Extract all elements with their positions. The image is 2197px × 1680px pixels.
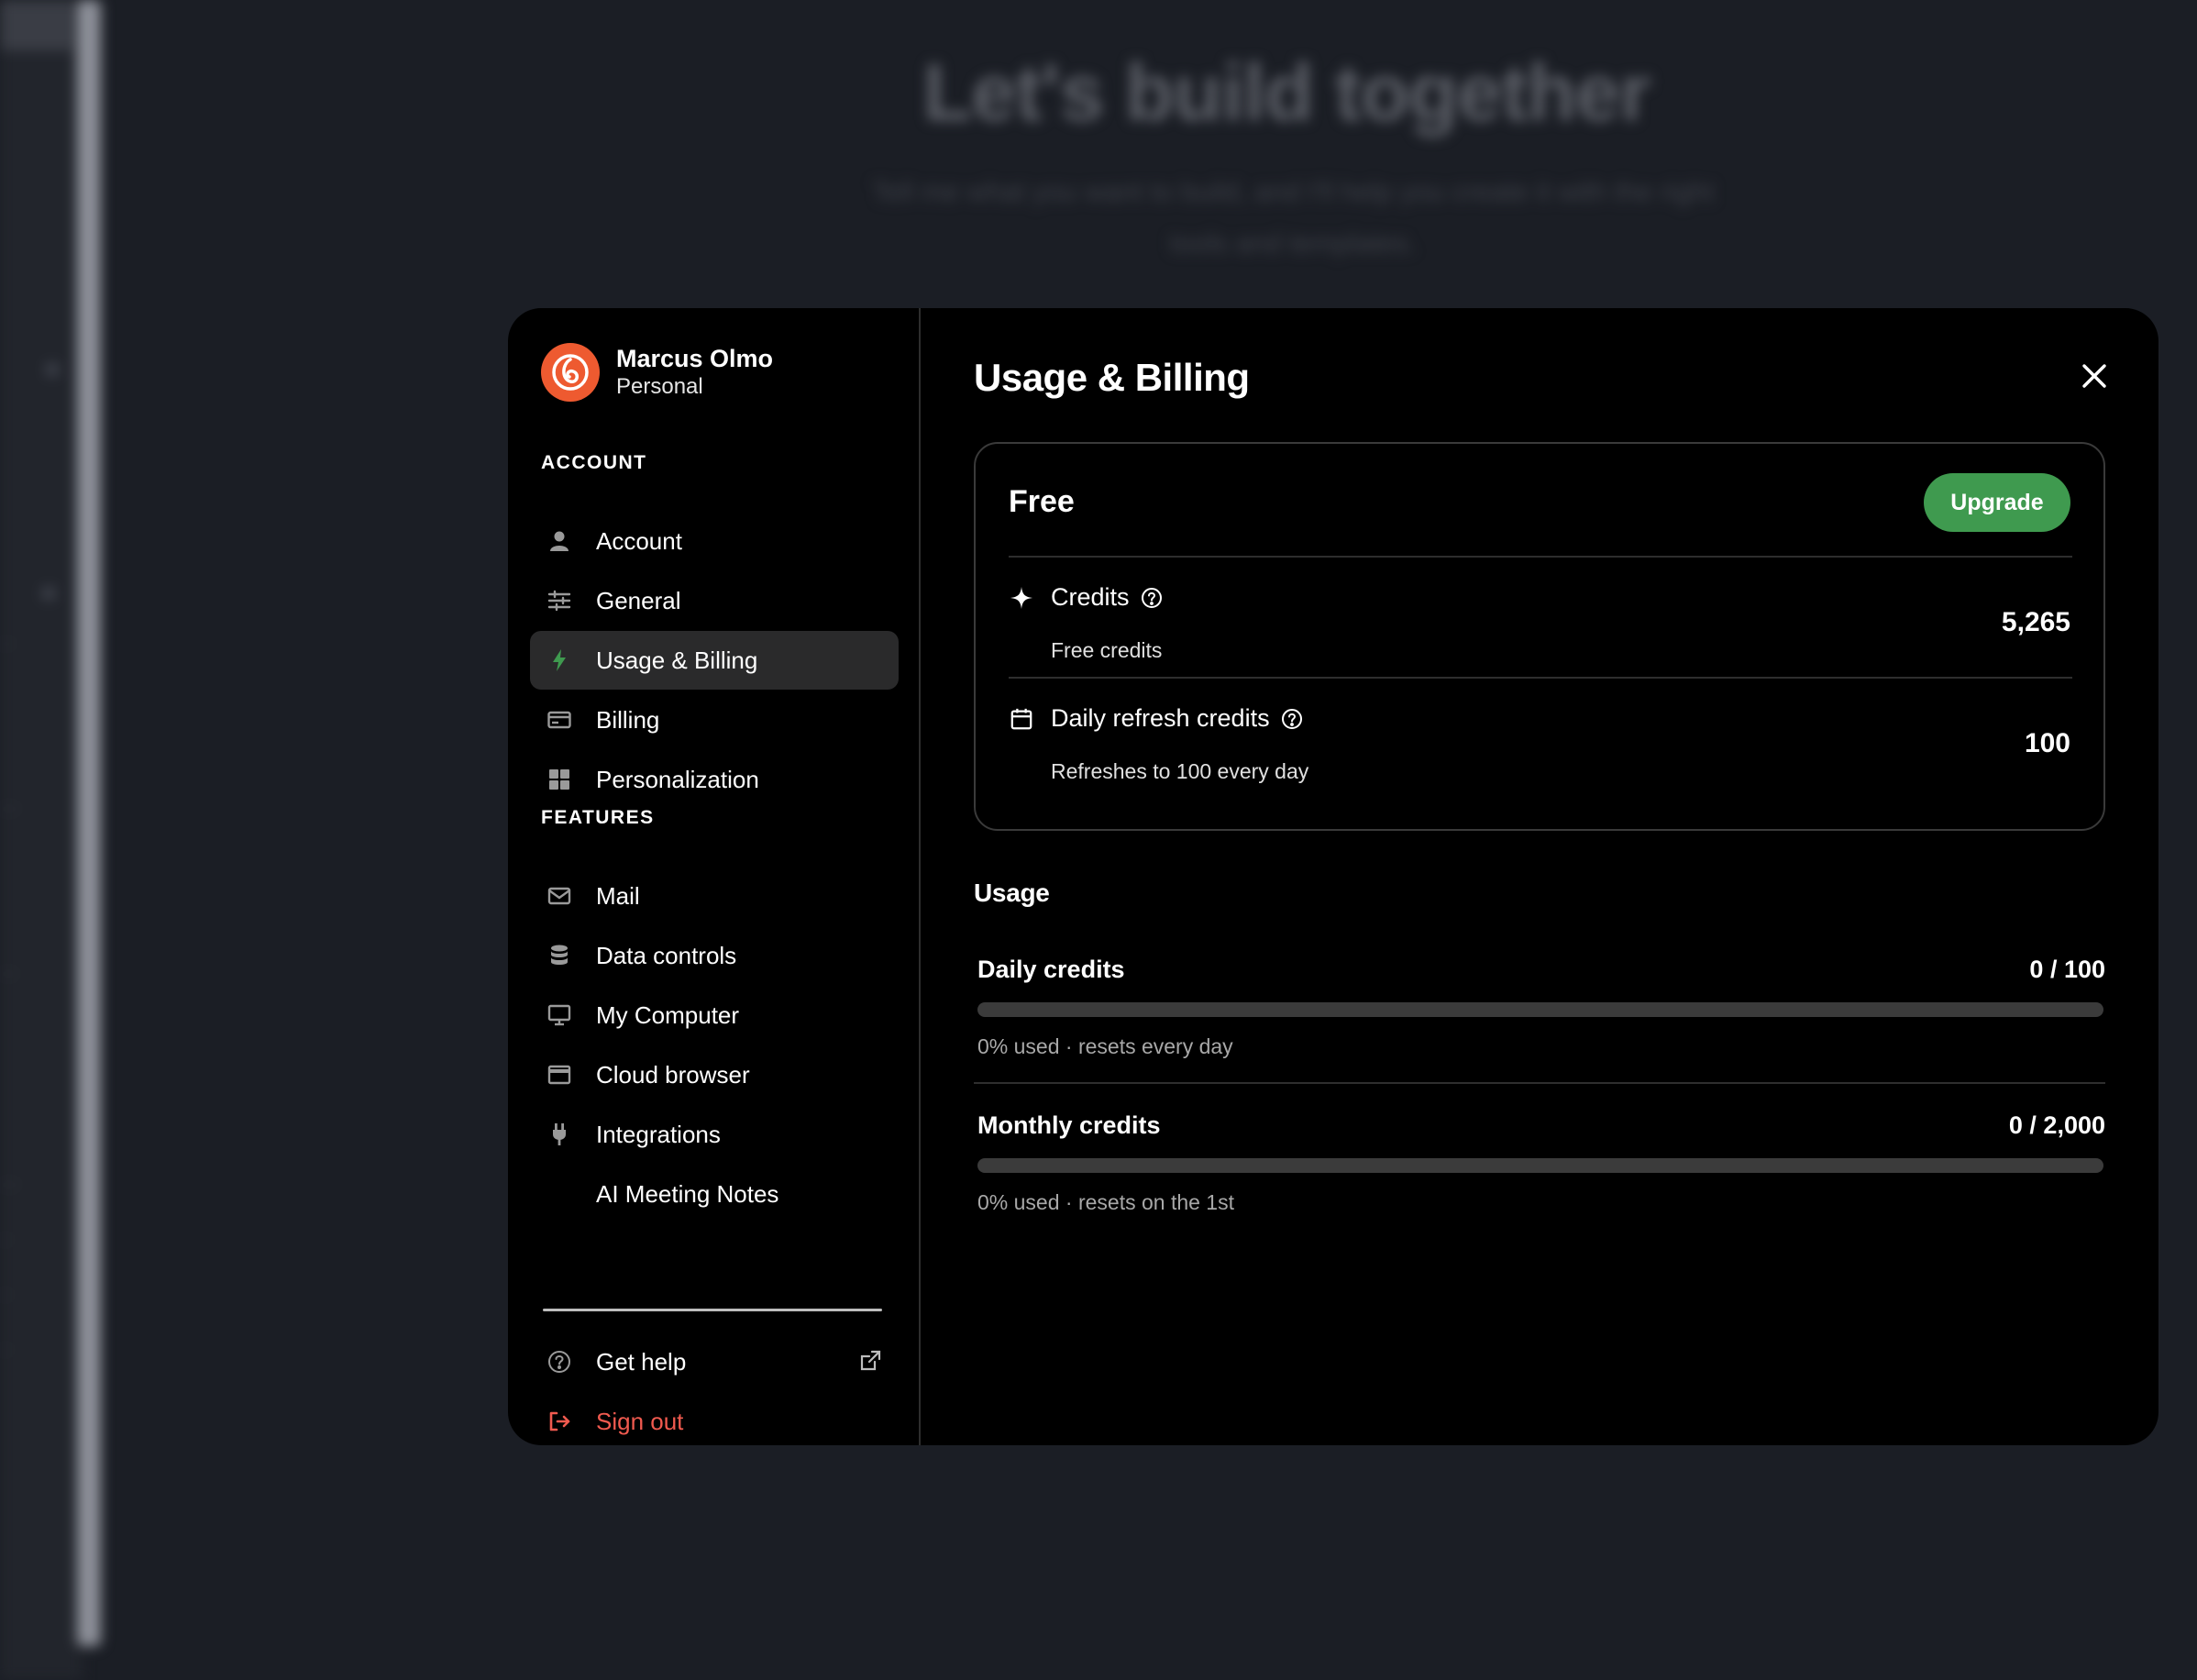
- sidebar-item-account[interactable]: Account: [530, 512, 899, 570]
- sidebar-item-integrations[interactable]: Integrations: [530, 1105, 899, 1164]
- help-circle-icon: [546, 1349, 572, 1375]
- background-line: [0, 807, 18, 811]
- sign-out-button[interactable]: Sign out: [530, 1392, 899, 1445]
- settings-sidebar: Marcus Olmo Personal ACCOUNT Account Gen…: [508, 308, 921, 1445]
- blank-icon: [546, 1181, 572, 1207]
- sidebar-item-label: Billing: [596, 705, 660, 734]
- help-circle-icon[interactable]: [1141, 587, 1163, 609]
- background-line: [0, 972, 17, 976]
- background-line: [0, 1293, 11, 1297]
- profile-name: Marcus Olmo: [616, 345, 774, 372]
- browser-window-icon: [546, 1062, 572, 1088]
- sidebar-item-mail[interactable]: Mail: [530, 867, 899, 925]
- credits-label: Credits: [1051, 583, 1130, 611]
- background-sidebar: [0, 0, 83, 1680]
- section-label-features: FEATURES: [541, 807, 655, 828]
- card-divider: [1009, 556, 2072, 558]
- monthly-credits-value: 0 / 2,000: [2008, 1111, 2105, 1139]
- help-circle-icon[interactable]: [1281, 708, 1303, 730]
- background-icon: [42, 587, 55, 600]
- profile-plan-type: Personal: [616, 374, 703, 399]
- plan-card: Free Upgrade Credits Free credits 5,265: [974, 442, 2105, 831]
- get-help-link[interactable]: Get help: [530, 1332, 899, 1391]
- daily-credits-value: 0 / 100: [2029, 956, 2105, 983]
- credits-sub: Free credits: [1051, 638, 1163, 662]
- page-title: Usage & Billing: [974, 356, 1250, 399]
- plug-icon: [546, 1122, 572, 1147]
- monthly-credits-note: 0% used · resets on the 1st: [977, 1190, 1234, 1214]
- sidebar-item-label: My Computer: [596, 1000, 740, 1029]
- sidebar-item-personalization[interactable]: Personalization: [530, 750, 899, 809]
- daily-refresh-sub: Refreshes to 100 every day: [1051, 759, 1309, 783]
- close-icon: [2082, 364, 2106, 388]
- credit-card-icon: [546, 707, 572, 733]
- close-button[interactable]: [2069, 350, 2120, 402]
- grid-icon: [546, 767, 572, 792]
- background-line: [0, 1183, 18, 1187]
- database-icon: [546, 943, 572, 968]
- monthly-credits-progress: [977, 1158, 2103, 1173]
- daily-credits-note: 0% used · resets every day: [977, 1034, 1233, 1058]
- daily-refresh-label: Daily refresh credits: [1051, 704, 1270, 732]
- sidebar-divider: [543, 1309, 882, 1311]
- sidebar-item-billing[interactable]: Billing: [530, 691, 899, 749]
- daily-refresh-value: 100: [2024, 728, 2070, 758]
- sidebar-item-label: Data controls: [596, 941, 737, 969]
- credits-value: 5,265: [2001, 607, 2070, 637]
- background-line: [0, 1238, 11, 1242]
- sidebar-item-label: Personalization: [596, 765, 759, 793]
- credits-row: Credits: [1009, 583, 1163, 612]
- section-label-account: ACCOUNT: [541, 452, 647, 473]
- card-divider: [1009, 677, 2072, 679]
- background-subheadline: Tell me what you want to build, and I'll…: [872, 177, 1714, 259]
- profile-header[interactable]: Marcus Olmo Personal: [541, 343, 773, 402]
- settings-content: Usage & Billing Free Upgrade Credits Fre…: [921, 308, 2158, 1445]
- daily-credits-label: Daily credits: [977, 956, 1125, 983]
- sidebar-item-label: Account: [596, 526, 682, 555]
- sidebar-item-label: Mail: [596, 881, 640, 910]
- sidebar-item-label: AI Meeting Notes: [596, 1179, 779, 1208]
- sidebar-item-my-computer[interactable]: My Computer: [530, 986, 899, 1044]
- sign-out-icon: [546, 1409, 572, 1434]
- calendar-icon: [1009, 706, 1034, 732]
- plan-name: Free: [1009, 484, 1075, 519]
- bolt-icon: [546, 647, 572, 673]
- usage-heading: Usage: [974, 879, 1050, 907]
- mail-icon: [546, 883, 572, 909]
- sidebar-item-usage-billing[interactable]: Usage & Billing: [530, 631, 899, 690]
- get-help-label: Get help: [596, 1347, 687, 1376]
- monthly-credits-label: Monthly credits: [977, 1111, 1161, 1139]
- sidebar-item-label: Cloud browser: [596, 1060, 750, 1089]
- daily-credits-progress: [977, 1002, 2103, 1017]
- sidebar-item-general[interactable]: General: [530, 571, 899, 630]
- sidebar-item-label: General: [596, 586, 681, 614]
- background-headline: Let's build together: [922, 47, 1651, 138]
- sidebar-item-cloud-browser[interactable]: Cloud browser: [530, 1045, 899, 1104]
- usage-divider: [974, 1082, 2105, 1084]
- sidebar-item-data-controls[interactable]: Data controls: [530, 926, 899, 985]
- daily-refresh-row: Daily refresh credits: [1009, 704, 1303, 733]
- background-sidebar-header: [0, 0, 73, 50]
- monitor-icon: [546, 1002, 572, 1028]
- settings-modal: Marcus Olmo Personal ACCOUNT Account Gen…: [508, 308, 2158, 1445]
- sidebar-item-label: Usage & Billing: [596, 646, 758, 674]
- background-scrollbar: [77, 0, 101, 1646]
- background-line: [0, 1348, 11, 1352]
- sidebar-item-label: Integrations: [596, 1120, 721, 1148]
- sign-out-label: Sign out: [596, 1407, 684, 1435]
- user-icon: [546, 528, 572, 554]
- background-icon: [46, 363, 59, 376]
- sparkle-icon: [1009, 585, 1034, 611]
- upgrade-button[interactable]: Upgrade: [1924, 473, 2070, 532]
- sliders-icon: [546, 588, 572, 613]
- avatar: [541, 343, 600, 402]
- background-line: [0, 642, 13, 646]
- external-link-icon: [858, 1349, 882, 1373]
- logo-swirl-icon: [552, 354, 589, 391]
- sidebar-item-ai-meeting-notes[interactable]: AI Meeting Notes: [530, 1165, 899, 1223]
